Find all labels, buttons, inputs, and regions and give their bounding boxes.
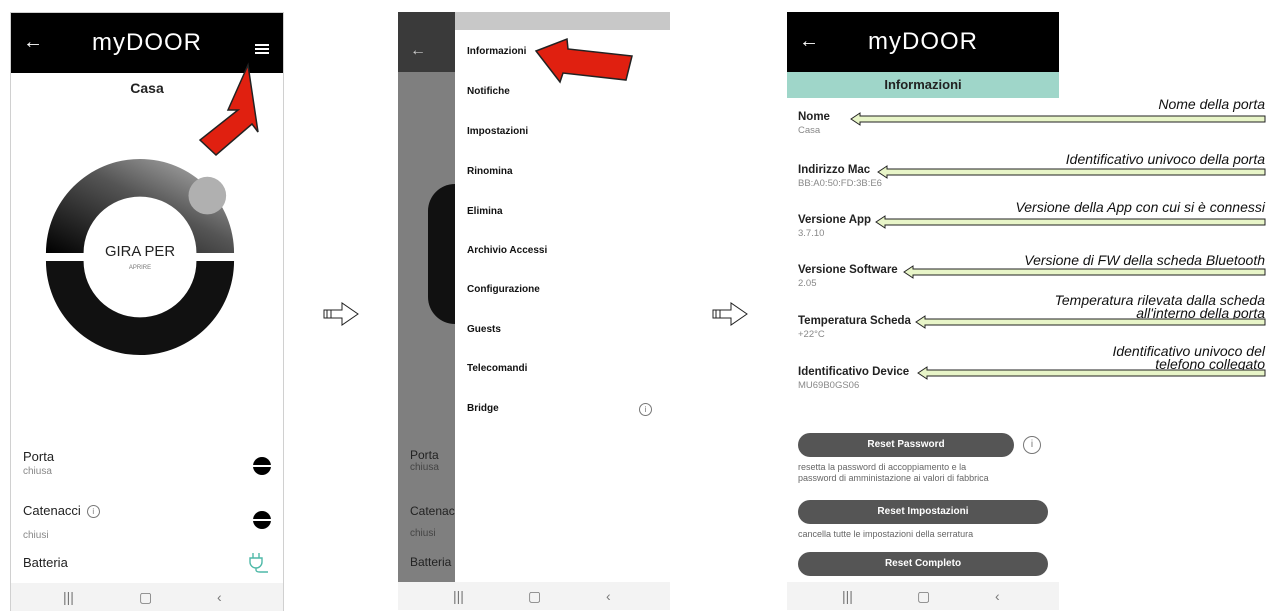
annotation-overlay [198,37,1266,380]
flow-arrow-icon [712,302,748,326]
flow-arrow-icon [323,302,359,326]
leader-arrows [850,112,1266,380]
red-arrow-icon [534,37,633,84]
red-arrow-icon [198,62,259,157]
